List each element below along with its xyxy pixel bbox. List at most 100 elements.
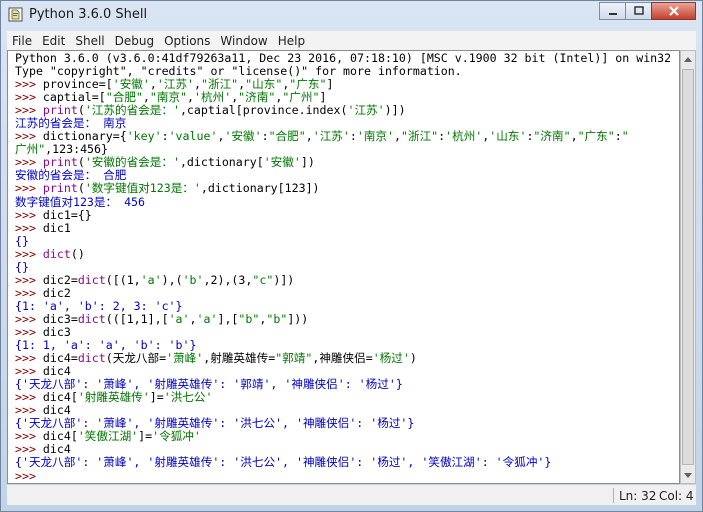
title-bar[interactable]: Python 3.6.0 Shell (1, 1, 702, 29)
output-text: {'天龙八部': '萧峰', '射雕英雄传': '洪七公', '神雕侠侣': '… (15, 416, 415, 431)
code-token: '安徽' (263, 155, 301, 170)
menu-edit[interactable]: Edit (37, 34, 70, 48)
scrollbar-thumb[interactable] (682, 69, 694, 465)
code-token: '安徽' (112, 77, 150, 92)
code-token: '杨过' (372, 351, 410, 366)
menu-debug[interactable]: Debug (110, 34, 159, 48)
scroll-up-button[interactable] (681, 51, 695, 67)
line-number-indicator: Ln: 32 (619, 489, 657, 503)
prompt-marker: >>> (15, 468, 43, 483)
code-token: dict (77, 351, 106, 366)
prompt-marker: >>> (15, 442, 43, 457)
prompt-marker: >>> (15, 90, 43, 105)
shell-line: >>> dic4['笑傲江湖']='令狐冲' (15, 430, 671, 443)
code-token: "合肥" (105, 90, 143, 105)
output-text: {} (15, 233, 29, 248)
code-token: '山东' (489, 129, 527, 144)
code-token: , (394, 129, 401, 144)
menu-options[interactable]: Options (159, 34, 215, 48)
code-token: "郭靖" (275, 351, 313, 366)
maximize-button[interactable] (625, 2, 652, 20)
prompt-marker: >>> (15, 324, 43, 339)
menu-shell[interactable]: Shell (70, 34, 109, 48)
shell-line: >>> (15, 468, 671, 483)
close-button[interactable] (651, 2, 696, 20)
code-token: )]) (273, 272, 295, 287)
code-token: , (570, 129, 578, 144)
code-token: ( (77, 181, 85, 196)
shell-line: >>> dic1={} (15, 208, 671, 222)
code-token: '江苏' (312, 129, 350, 144)
code-token: dic2= (42, 272, 78, 287)
code-token: : (261, 129, 269, 144)
code-token: dic4 (42, 364, 71, 379)
shell-text-area[interactable]: Python 3.6.0 (v3.6.0:41df79263a11, Dec 2… (7, 50, 680, 484)
code-token: Type "copyright", "credits" or "license(… (15, 64, 462, 79)
python-idle-icon (8, 7, 23, 22)
menu-file[interactable]: File (7, 34, 37, 48)
code-token: : (349, 129, 357, 144)
code-token: ([(1, (105, 272, 141, 287)
code-token: '射雕英雄传' (77, 390, 150, 405)
arrow-down-icon (684, 472, 692, 478)
code-token: 'a' (168, 311, 190, 326)
window-title: Python 3.6.0 Shell (29, 7, 148, 22)
prompt-marker: >>> (15, 285, 43, 300)
prompt-marker: >>> (15, 429, 43, 444)
code-token: " (621, 129, 629, 144)
code-token: ],[ (217, 311, 239, 326)
vertical-scrollbar[interactable] (680, 50, 696, 484)
code-token: ,dictionary[ (179, 155, 264, 170)
code-token: ,2),(3, (203, 272, 253, 287)
code-token: ),( (161, 272, 183, 287)
code-token: "合肥" (268, 129, 306, 144)
output-text: 安徽的省会是： 合肥 (15, 168, 127, 183)
code-token: ,射雕英雄传= (203, 351, 276, 366)
menu-window[interactable]: Window (215, 34, 272, 48)
code-token: '洪七公' (163, 390, 213, 405)
output-text: {1: 'a', 'b': 2, 3: 'c'} (15, 298, 183, 313)
code-token: '笑傲江湖' (77, 429, 139, 444)
shell-line: >>> dictionary={'key':'value','安徽':"合肥",… (15, 130, 671, 143)
code-token: print (42, 155, 78, 170)
shell-line: >>> dic4=dict(天龙八部='萧峰',射雕英雄传="郭靖",神雕侠侣=… (15, 352, 671, 365)
code-token: '南京' (356, 129, 395, 144)
code-token: dic2 (42, 285, 71, 300)
code-token: "济南" (533, 129, 571, 144)
output-text: {'天龙八部': '萧峰', '射雕英雄传': '郭靖', '神雕侠侣': '杨… (15, 377, 403, 392)
scroll-down-button[interactable] (681, 467, 695, 483)
code-token: "广东" (577, 129, 615, 144)
minimize-button[interactable] (599, 2, 626, 20)
shell-line: >>> dict() (15, 246, 671, 261)
code-token: '数字键值对123是：' (84, 181, 201, 196)
code-token: ,123:456} (45, 142, 108, 157)
code-token: ])) (287, 311, 309, 326)
code-token: dic4 (42, 442, 71, 457)
code-token: () (70, 246, 85, 261)
code-token: 'value' (168, 129, 218, 144)
column-indicator: Col: 4 (659, 489, 694, 503)
code-token: )]) (384, 103, 406, 118)
prompt-marker: >>> (15, 403, 43, 418)
code-token: ]= (138, 429, 153, 444)
code-token: dict (77, 272, 106, 287)
code-token: dic3= (42, 311, 78, 326)
output-text: 数字键值对123是： 456 (15, 194, 146, 209)
code-token: print (42, 103, 78, 118)
code-token: ,captial[province.index( (179, 103, 348, 118)
code-token: "南京" (149, 90, 188, 105)
code-token: ]) (300, 155, 315, 170)
code-token: ,神雕侠侣= (312, 351, 373, 366)
code-token: dic4[ (42, 429, 78, 444)
code-token: '安徽的省会是：' (84, 155, 180, 170)
shell-line: {} (15, 233, 671, 248)
code-token: ,dictionary[123]) (200, 181, 320, 196)
code-token: , (149, 77, 157, 92)
code-token: ]= (149, 390, 164, 405)
menu-help[interactable]: Help (273, 34, 310, 48)
shell-line: {'天龙八部': '萧峰', '射雕英雄传': '洪七公', '神雕侠侣': '… (15, 456, 671, 469)
maximize-icon (633, 6, 644, 15)
code-token: dic1 (42, 220, 71, 235)
prompt-marker: >>> (15, 311, 43, 326)
code-token: ] (319, 90, 327, 105)
